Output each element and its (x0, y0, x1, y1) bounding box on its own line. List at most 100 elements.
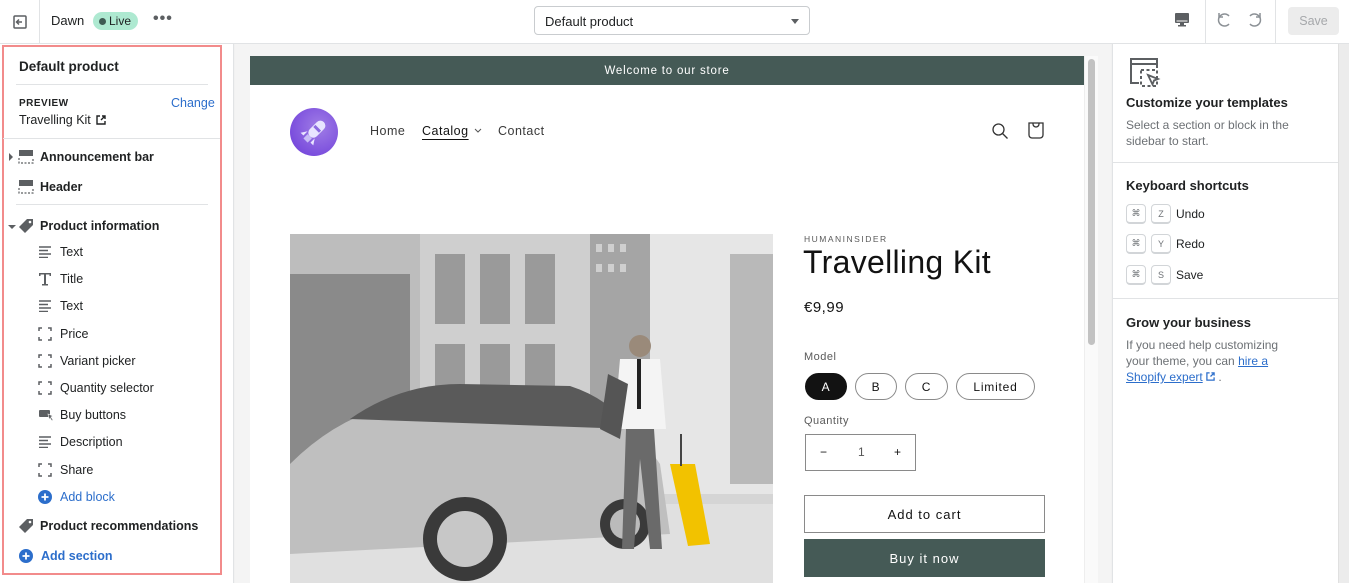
add-section-label: Add section (41, 549, 113, 563)
block-buy-buttons[interactable]: Buy buttons (38, 408, 126, 422)
quantity-stepper: − 1 + (805, 434, 916, 471)
settings-panel: Customize your templates Select a sectio… (1112, 44, 1339, 583)
preview-scrollbar-thumb[interactable] (1088, 59, 1095, 345)
nav-contact[interactable]: Contact (498, 124, 545, 138)
block-price[interactable]: Price (38, 327, 88, 341)
template-select-value: Default product (545, 14, 634, 29)
customize-template-icon (1130, 58, 1161, 87)
customize-title: Customize your templates (1126, 95, 1288, 110)
block-share[interactable]: Share (38, 463, 93, 477)
option-pill-limited[interactable]: Limited (956, 373, 1035, 400)
command-key: ⌘ (1126, 265, 1146, 285)
option-pill-a[interactable]: A (805, 373, 847, 400)
block-frame-icon (38, 327, 60, 341)
block-description[interactable]: Description (38, 435, 123, 449)
section-label: Product recommendations (40, 519, 199, 533)
block-label: Variant picker (60, 354, 136, 368)
preview-canvas: Welcome to our store Home Catalog Contac… (235, 44, 1111, 583)
command-key: ⌘ (1126, 204, 1146, 224)
shortcut-action: Redo (1176, 237, 1205, 251)
add-section-button[interactable]: Add section (19, 549, 113, 563)
divider (1113, 162, 1339, 163)
product-image[interactable] (290, 234, 773, 583)
nav-home[interactable]: Home (370, 124, 405, 138)
block-title[interactable]: Title (38, 272, 83, 286)
expand-arrow-icon[interactable] (8, 150, 18, 164)
nav-catalog[interactable]: Catalog (422, 124, 469, 138)
undo-icon (1217, 13, 1230, 27)
product-price: €9,99 (804, 299, 845, 316)
block-label: Description (60, 435, 123, 449)
rocket-logo-icon (300, 120, 326, 146)
option-pill-b[interactable]: B (855, 373, 897, 400)
tag-icon (18, 518, 40, 534)
plus-circle-icon (38, 490, 60, 504)
cart-button[interactable] (1027, 121, 1045, 144)
section-icon (18, 150, 40, 164)
title-t-icon (38, 272, 60, 286)
redo-button[interactable] (1244, 10, 1264, 35)
tag-icon (18, 218, 40, 234)
text-lines-icon (38, 300, 60, 312)
block-label: Text (60, 245, 83, 259)
block-label: Quantity selector (60, 381, 154, 395)
option-pill-c[interactable]: C (905, 373, 948, 400)
add-to-cart-button[interactable]: Add to cart (804, 495, 1045, 533)
text-lines-icon (38, 436, 60, 448)
search-icon (992, 123, 1008, 139)
section-header[interactable]: Header (8, 180, 82, 194)
save-button[interactable]: Save (1288, 7, 1339, 35)
section-announcement-bar[interactable]: Announcement bar (8, 150, 154, 164)
product-photo (290, 234, 773, 583)
block-quantity-selector[interactable]: Quantity selector (38, 381, 154, 395)
buy-now-button[interactable]: Buy it now (804, 539, 1045, 577)
desktop-view-button[interactable] (1174, 12, 1190, 33)
shortcut-undo: ⌘ Z Undo (1126, 204, 1205, 224)
desktop-icon (1175, 13, 1189, 27)
grow-text-after: . (1215, 370, 1222, 384)
section-label: Announcement bar (40, 150, 154, 164)
preview-product-link[interactable]: Travelling Kit (19, 113, 106, 127)
announcement-bar[interactable]: Welcome to our store (250, 56, 1084, 85)
undo-button[interactable] (1215, 10, 1235, 35)
exit-button[interactable] (0, 0, 40, 43)
quantity-decrease-button[interactable]: − (820, 445, 827, 459)
search-button[interactable] (991, 122, 1009, 145)
plus-circle-icon (19, 549, 41, 563)
section-product-recommendations[interactable]: Product recommendations (8, 518, 198, 534)
template-select[interactable]: Default product (534, 6, 810, 35)
shortcut-key: Z (1151, 204, 1171, 224)
section-icon (18, 180, 40, 194)
quantity-label: Quantity (804, 415, 849, 427)
store-preview: Welcome to our store Home Catalog Contac… (250, 56, 1084, 583)
shortcut-action: Save (1176, 268, 1204, 282)
settings-panel-scrollbar[interactable] (1338, 44, 1349, 583)
block-label: Price (60, 327, 89, 341)
quantity-value[interactable]: 1 (858, 445, 865, 459)
quantity-increase-button[interactable]: + (894, 445, 901, 459)
shortcuts-title: Keyboard shortcuts (1126, 178, 1249, 193)
caret-down-icon (791, 19, 799, 24)
collapse-arrow-icon[interactable] (8, 219, 18, 233)
divider (1113, 298, 1339, 299)
section-product-information[interactable]: Product information (8, 218, 159, 234)
change-preview-link[interactable]: Change (171, 96, 215, 110)
block-text[interactable]: Text (38, 245, 83, 259)
add-block-button[interactable]: Add block (38, 490, 115, 504)
chevron-down-icon (474, 128, 482, 133)
block-variant-picker[interactable]: Variant picker (38, 354, 136, 368)
preview-scrollbar[interactable] (1084, 56, 1098, 583)
live-dot-icon (99, 17, 106, 25)
store-logo[interactable] (290, 108, 338, 156)
shortcut-redo: ⌘ Y Redo (1126, 234, 1205, 254)
more-actions-button[interactable]: ••• (153, 10, 173, 28)
shortcut-key: S (1151, 265, 1171, 285)
customize-text: Select a section or block in the sidebar… (1126, 118, 1289, 148)
theme-name: Dawn (51, 13, 85, 28)
block-text[interactable]: Text (38, 299, 83, 313)
shortcut-key: Y (1151, 234, 1171, 254)
option-label: Model (804, 351, 837, 363)
product-title: Travelling Kit (803, 244, 991, 280)
shortcut-action: Undo (1176, 207, 1205, 221)
announcement-text: Welcome to our store (604, 64, 730, 77)
